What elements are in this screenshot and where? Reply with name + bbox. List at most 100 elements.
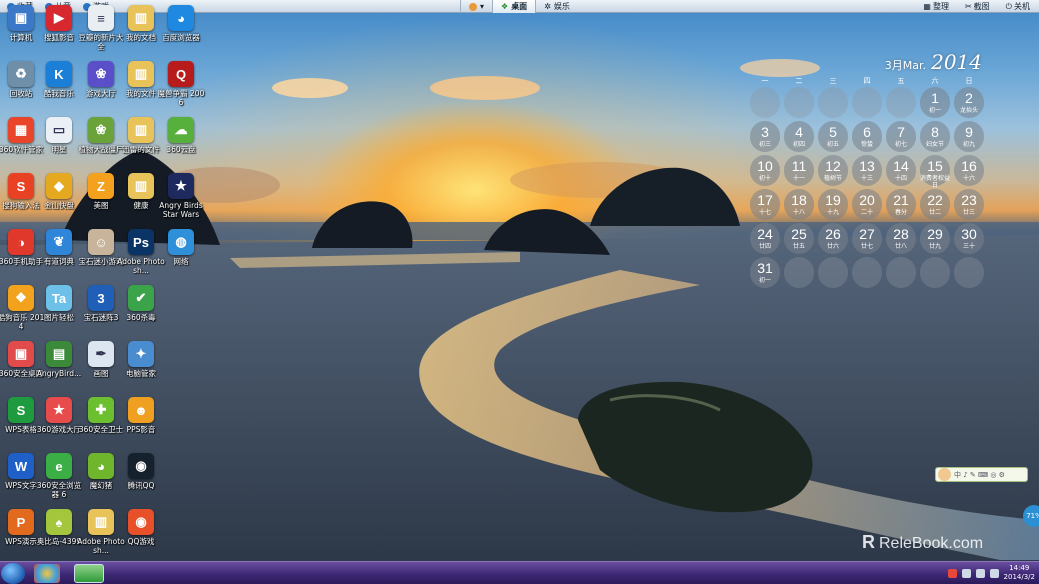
desktop-wallpaper: 收藏 儿童 游戏 ▾ ❖桌面 ✲娱乐 ▦整理 ✂截图 ⏻关机 ▣计算机▶搜狐影音… <box>0 0 1039 584</box>
desktop-icon[interactable]: ◍ 网络 <box>156 226 206 282</box>
calendar-lunar-label: 初九 <box>962 141 975 148</box>
system-tray: 14:49 2014/3/2 <box>947 564 1035 582</box>
tray-volume-icon[interactable] <box>989 568 999 578</box>
power-icon: ⏻ <box>1005 1 1012 11</box>
desktop-icon-label: 魔兽争霸 2006 <box>157 89 205 107</box>
calendar-day[interactable]: 16 十六 <box>954 155 984 186</box>
calendar-weekday-row: 一二三四五六日 <box>748 76 988 86</box>
desktop-icon[interactable]: ☻ PPS影音 <box>116 394 166 450</box>
app-icon: ▥ <box>88 509 114 535</box>
desktop-icon[interactable]: ◉ 腾讯QQ <box>116 450 166 506</box>
desktop-icon[interactable]: Q 魔兽争霸 2006 <box>156 58 206 114</box>
app-icon: ❀ <box>88 61 114 87</box>
calendar-day[interactable]: 21 春分 <box>886 189 916 220</box>
input-method-toolbar[interactable]: 中 ♪ ✎ ⌨ ◎ ⚙ <box>935 467 1028 482</box>
watermark: R ReleBook.com <box>862 532 984 552</box>
calendar-lunar-label: 龙抬头 <box>959 107 978 114</box>
app-icon: ▶ <box>46 5 72 31</box>
app-icon: ▣ <box>8 5 34 31</box>
calendar-day-number: 19 <box>825 192 841 208</box>
calendar-day[interactable]: 24 廿四 <box>750 223 780 254</box>
tray-arrow-icon[interactable] <box>961 568 971 578</box>
calendar-day[interactable]: 19 十九 <box>818 189 848 220</box>
calendar-day[interactable]: 30 三十 <box>954 223 984 254</box>
shutdown-button[interactable]: ⏻ 关机 <box>1003 1 1033 12</box>
desktop-icon-label: Angry Birds Star Wars <box>159 201 203 219</box>
tab-desktop[interactable]: ❖ 桌面 <box>492 0 536 13</box>
weekday-label: 四 <box>863 77 871 85</box>
calendar-day[interactable]: 31 初一 <box>750 257 780 288</box>
calendar-lunar-label: 初三 <box>758 141 771 148</box>
weekday-label: 一 <box>761 77 769 85</box>
calendar-day[interactable]: 2 龙抬头 <box>954 87 984 118</box>
calendar-day[interactable]: 1 初一 <box>920 87 950 118</box>
calendar-day[interactable]: 27 廿七 <box>852 223 882 254</box>
avatar-icon <box>469 2 477 11</box>
calendar-day[interactable]: 12 植树节 <box>818 155 848 186</box>
start-button[interactable] <box>1 563 25 584</box>
organize-button[interactable]: ▦ 整理 <box>920 1 952 12</box>
calendar-day[interactable]: 18 十八 <box>784 189 814 220</box>
taskbar-app-360-icon[interactable] <box>34 564 60 583</box>
calendar-lunar-label: 廿八 <box>894 243 907 250</box>
desktop-icon-label: 电脑管家 <box>126 369 156 378</box>
calendar-day[interactable]: 14 十四 <box>886 155 916 186</box>
calendar-day[interactable]: 26 廿六 <box>818 223 848 254</box>
calendar-lunar-label: 廿三 <box>962 209 975 216</box>
desktop-icon[interactable]: ◉ QQ游戏 <box>116 506 166 562</box>
app-icon: Ta <box>46 285 72 311</box>
app-icon: W <box>8 453 34 479</box>
calendar-day[interactable]: 28 廿八 <box>886 223 916 254</box>
calendar-lunar-label: 植树节 <box>823 175 842 182</box>
calendar-day-number: 25 <box>791 226 807 242</box>
desktop-icon[interactable]: ★ Angry Birds Star Wars <box>156 170 206 226</box>
calendar-day[interactable]: 10 初十 <box>750 155 780 186</box>
tray-clock[interactable]: 14:49 2014/3/2 <box>1004 564 1035 582</box>
desktop-icon-label: QQ游戏 <box>127 537 155 546</box>
app-icon: S <box>8 397 34 423</box>
calendar-day <box>886 87 916 118</box>
calendar-day[interactable]: 13 十三 <box>852 155 882 186</box>
calendar-lunar-label: 廿五 <box>792 243 805 250</box>
app-icon: e <box>46 453 72 479</box>
tray-network-icon[interactable] <box>975 568 985 578</box>
calendar-lunar-label: 廿九 <box>928 243 941 250</box>
calendar-day[interactable]: 23 廿三 <box>954 189 984 220</box>
calendar-day[interactable]: 25 廿五 <box>784 223 814 254</box>
app-icon: ▤ <box>46 341 72 367</box>
calendar-day[interactable]: 3 初三 <box>750 121 780 152</box>
battery-badge[interactable]: 71% <box>1023 505 1039 527</box>
calendar-lunar-label: 十六 <box>962 175 975 182</box>
desktop-icon[interactable]: ☁ 360云盘 <box>156 114 206 170</box>
calendar-day[interactable]: 29 廿九 <box>920 223 950 254</box>
calendar-day[interactable]: 4 初四 <box>784 121 814 152</box>
avatar-icon <box>938 468 951 481</box>
topbar-avatar[interactable]: ▾ <box>460 0 492 13</box>
calendar-day[interactable]: 7 初七 <box>886 121 916 152</box>
desktop-icon[interactable]: ◕ 百度浏览器 <box>156 2 206 58</box>
calendar-day[interactable]: 6 惊蛰 <box>852 121 882 152</box>
calendar-day[interactable]: 8 妇女节 <box>920 121 950 152</box>
calendar-day[interactable]: 11 十一 <box>784 155 814 186</box>
calendar-lunar-label: 廿七 <box>860 243 873 250</box>
calendar-lunar-label: 二十 <box>860 209 873 216</box>
calendar-day[interactable]: 15 消费者权益日 <box>920 155 950 189</box>
calendar-day[interactable]: 20 二十 <box>852 189 882 220</box>
calendar-lunar-label: 廿二 <box>928 209 941 216</box>
calendar-day[interactable]: 5 初五 <box>818 121 848 152</box>
calendar-day-number: 12 <box>825 158 841 174</box>
desktop-icon[interactable]: ✦ 电脑管家 <box>116 338 166 394</box>
app-icon: ▦ <box>8 117 34 143</box>
tray-sogou-icon[interactable] <box>947 568 957 578</box>
calendar-day-number: 7 <box>897 124 905 140</box>
calendar-day[interactable]: 17 十七 <box>750 189 780 220</box>
taskbar-app-browser-icon[interactable] <box>74 564 104 583</box>
tab-entertainment[interactable]: ✲ 娱乐 <box>535 0 578 13</box>
calendar-day[interactable]: 9 初九 <box>954 121 984 152</box>
calendar-day[interactable]: 22 廿二 <box>920 189 950 220</box>
calendar-title: 3月Mar. 2014 <box>885 50 982 74</box>
calendar-lunar-label: 十九 <box>826 209 839 216</box>
screenshot-button[interactable]: ✂ 截图 <box>962 1 993 12</box>
weekday-label: 六 <box>931 77 939 85</box>
desktop-icon[interactable]: ✔ 360杀毒 <box>116 282 166 338</box>
